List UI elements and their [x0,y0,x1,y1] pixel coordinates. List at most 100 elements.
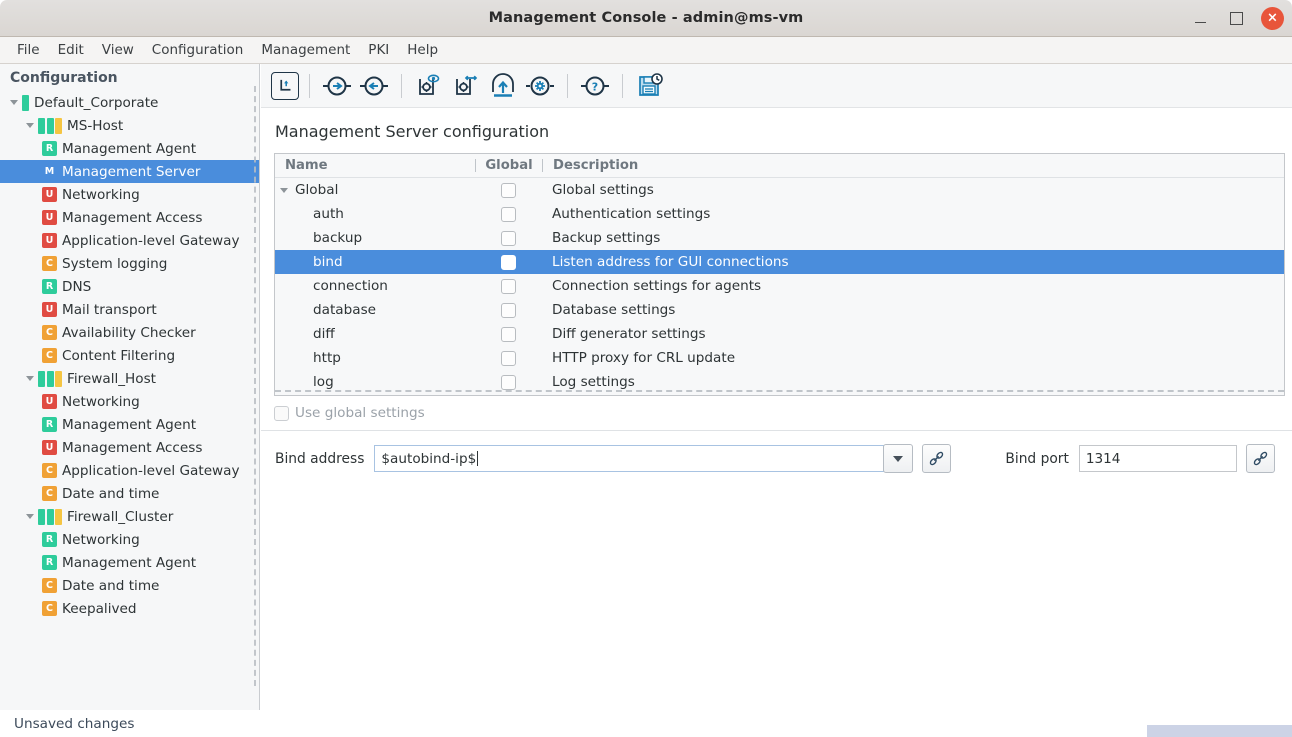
table-header: Name Global Description [275,154,1284,178]
chevron-down-icon[interactable] [22,505,38,528]
sidebar-item-management-access[interactable]: U Management Access [0,206,259,229]
global-checkbox[interactable] [501,230,516,246]
cell-description: Global settings [552,182,654,198]
global-checkbox[interactable] [501,182,516,198]
global-checkbox[interactable] [501,206,516,222]
sidebar-item-firewall-cluster[interactable]: Firewall_Cluster [0,505,259,528]
go-up-icon[interactable] [271,71,299,100]
table-horizontal-scrollbar[interactable] [275,390,1284,395]
bind-address-input[interactable]: $autobind-ip$ [374,445,885,472]
chevron-down-icon[interactable] [22,114,38,137]
table-row[interactable]: diff Diff generator settings [275,322,1284,346]
chevron-down-icon[interactable] [6,91,22,114]
forward-arrow-icon[interactable] [320,69,354,103]
global-checkbox[interactable] [501,326,516,342]
settings-gear-icon[interactable] [523,69,557,103]
bind-port-link-button[interactable] [1245,444,1275,473]
sidebar-item-default-corporate[interactable]: Default_Corporate [0,91,259,114]
row-name-label: log [313,374,334,390]
sidebar-item-date-and-time[interactable]: C Date and time [0,482,259,505]
sidebar-item-management-access[interactable]: U Management Access [0,436,259,459]
module-badge-r-icon: R [42,555,57,570]
chevron-down-icon[interactable] [275,187,293,193]
sidebar-item-management-agent[interactable]: R Management Agent [0,551,259,574]
cell-name: auth [275,206,475,222]
bind-port-label: Bind port [1005,450,1069,467]
sidebar-scrollbar[interactable] [254,86,256,686]
row-name-label: backup [313,230,363,246]
table-row[interactable]: backup Backup settings [275,226,1284,250]
use-global-settings-checkbox[interactable] [274,405,289,421]
menu-item-file[interactable]: File [8,39,49,61]
global-checkbox[interactable] [501,254,516,270]
sidebar-item-keepalived[interactable]: C Keepalived [0,597,259,620]
global-checkbox[interactable] [501,350,516,366]
column-header-name[interactable]: Name [275,158,475,173]
chevron-down-icon[interactable] [22,367,38,390]
sidebar-item-system-logging[interactable]: C System logging [0,252,259,275]
svg-text:?: ? [592,80,598,93]
cell-global [475,374,542,390]
table-row[interactable]: database Database settings [275,298,1284,322]
table-row[interactable]: auth Authentication settings [275,202,1284,226]
toolbar-separator [309,73,310,98]
back-arrow-icon[interactable] [357,69,391,103]
menu-item-configuration[interactable]: Configuration [143,39,253,61]
upload-icon[interactable] [486,69,520,103]
global-checkbox[interactable] [501,302,516,318]
sidebar-item-availability-checker[interactable]: C Availability Checker [0,321,259,344]
column-header-description[interactable]: Description [543,158,1284,173]
progress-bar [1147,725,1292,737]
use-global-settings-label: Use global settings [295,405,425,421]
cell-description: Diff generator settings [552,326,706,342]
sidebar-item-management-agent[interactable]: R Management Agent [0,137,259,160]
table-row[interactable]: Global Global settings [275,178,1284,202]
maximize-button[interactable] [1225,8,1247,30]
table-body: Global Global settings auth Authentication … [275,178,1284,394]
global-checkbox[interactable] [501,374,516,390]
sidebar-item-label: Default_Corporate [34,94,159,111]
row-name-label: http [313,350,341,366]
preview-config-icon[interactable] [412,69,446,103]
sidebar-item-date-and-time[interactable]: C Date and time [0,574,259,597]
sidebar-item-application-level-gateway[interactable]: U Application-level Gateway [0,229,259,252]
column-header-global[interactable]: Global [476,158,542,173]
save-history-icon[interactable] [633,69,667,103]
sidebar-item-label: Date and time [62,485,160,502]
transfer-config-icon[interactable] [449,69,483,103]
sidebar-item-label: System logging [62,255,168,272]
global-checkbox[interactable] [501,278,516,294]
menu-item-pki[interactable]: PKI [359,39,398,61]
table-row[interactable]: http HTTP proxy for CRL update [275,346,1284,370]
sidebar-item-application-level-gateway[interactable]: C Application-level Gateway [0,459,259,482]
sidebar-item-management-agent[interactable]: R Management Agent [0,413,259,436]
cell-global [475,206,542,222]
table-row[interactable]: connection Connection settings for agents [275,274,1284,298]
bind-port-input[interactable]: 1314 [1078,445,1237,472]
menu-item-help[interactable]: Help [398,39,447,61]
use-global-settings-row[interactable]: Use global settings [261,396,1292,421]
sidebar-item-management-server[interactable]: M Management Server [0,160,259,183]
sidebar-item-networking[interactable]: R Networking [0,528,259,551]
sidebar-item-firewall-host[interactable]: Firewall_Host [0,367,259,390]
menu-bar: File Edit View Configuration Management PKI He… [0,37,1292,64]
sidebar-item-networking[interactable]: U Networking [0,390,259,413]
sidebar-item-mail-transport[interactable]: U Mail transport [0,298,259,321]
window-title: Management Console - admin@ms-vm [488,10,804,26]
close-button[interactable]: × [1261,7,1284,30]
table-row[interactable]: bind Listen address for GUI connections [275,250,1284,274]
menu-item-view[interactable]: View [93,39,143,61]
module-badge-u-icon: U [42,233,57,248]
sidebar-item-dns[interactable]: R DNS [0,275,259,298]
bind-address-link-button[interactable] [922,444,952,473]
minimize-button[interactable] [1189,8,1211,30]
sidebar-item-content-filtering[interactable]: C Content Filtering [0,344,259,367]
menu-item-edit[interactable]: Edit [49,39,93,61]
sidebar-item-ms-host[interactable]: MS-Host [0,114,259,137]
menu-item-management[interactable]: Management [252,39,359,61]
help-icon[interactable]: ? [578,69,612,103]
bind-address-dropdown-button[interactable] [883,444,914,473]
chain-link-icon [1253,451,1268,466]
sidebar-item-networking[interactable]: U Networking [0,183,259,206]
row-name-label: bind [313,254,343,270]
